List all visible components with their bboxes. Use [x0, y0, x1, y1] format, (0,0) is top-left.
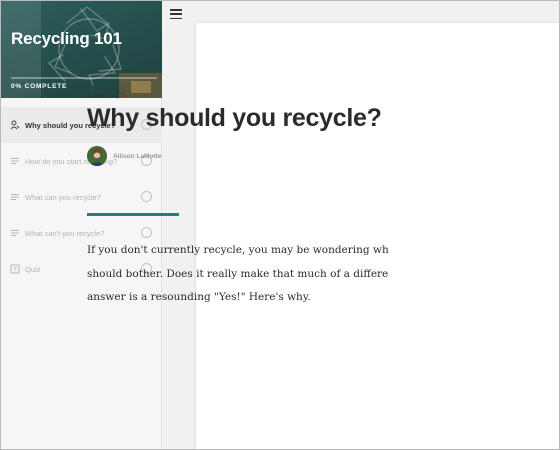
body-line: If you don't currently recycle, you may … — [87, 244, 389, 256]
course-progress-bar — [11, 77, 157, 79]
main-content — [162, 1, 559, 449]
sidebar-item-label: What can you recycle? — [25, 192, 101, 202]
completion-circle-icon — [141, 191, 152, 202]
page-title: Why should you recycle? — [87, 104, 382, 132]
course-sidebar: Recycling 101 0% COMPLETE Why should you… — [1, 1, 162, 449]
lesson-icon — [10, 120, 20, 130]
sidebar-item-what-can[interactable]: What can you recycle? — [1, 179, 162, 215]
author-byline: Allison LaMotte — [87, 146, 161, 166]
text-lines-icon — [10, 228, 20, 238]
author-name: Allison LaMotte — [113, 152, 162, 160]
quiz-icon: ? — [10, 264, 20, 274]
lesson-page — [196, 23, 559, 449]
course-progress-label: 0% COMPLETE — [11, 83, 68, 90]
avatar — [87, 146, 107, 166]
course-hero: Recycling 101 0% COMPLETE — [1, 1, 162, 98]
body-line: answer is a resounding "Yes!" Here's why… — [87, 291, 311, 303]
svg-text:?: ? — [13, 268, 17, 274]
text-lines-icon — [10, 156, 20, 166]
sidebar-item-label: Quiz — [25, 264, 41, 274]
text-lines-icon — [10, 192, 20, 202]
completion-circle-icon — [141, 227, 152, 238]
title-divider — [87, 213, 179, 216]
body-line: should bother. Does it really make that … — [87, 267, 389, 280]
app-frame: Recycling 101 0% COMPLETE Why should you… — [0, 0, 560, 450]
lesson-body: If you don't currently recycle, you may … — [87, 239, 417, 310]
hamburger-menu-icon[interactable] — [170, 9, 182, 19]
lesson-counter: Lesson 1 of 5 — [87, 91, 125, 99]
course-title: Recycling 101 — [11, 29, 122, 48]
sidebar-item-label: What can't you recycle? — [25, 228, 105, 238]
